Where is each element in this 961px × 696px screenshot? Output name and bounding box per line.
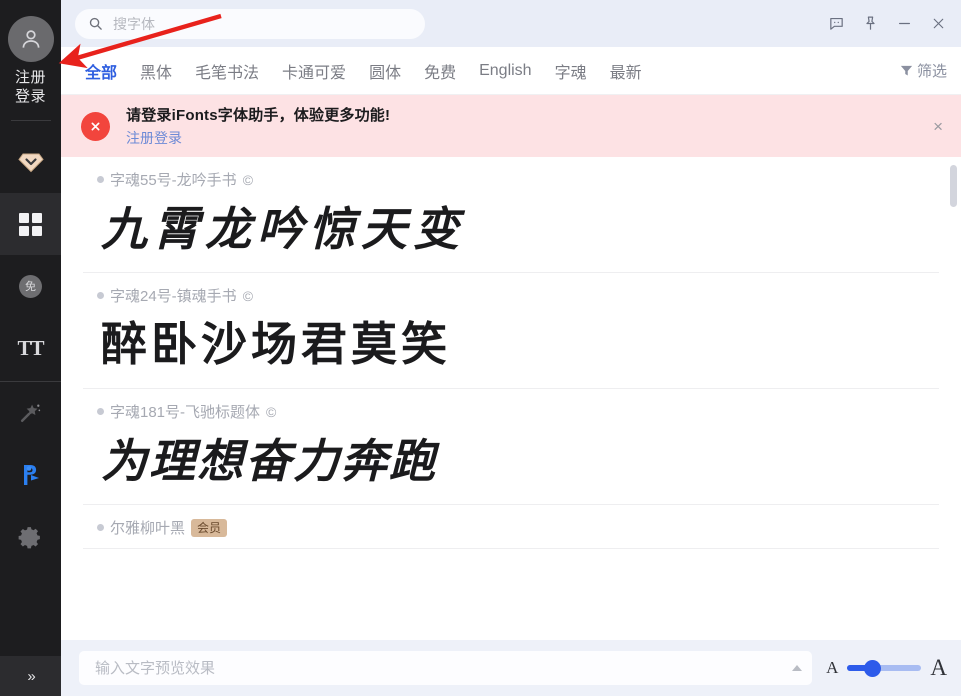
sidebar-item-font-library[interactable]: [0, 193, 61, 255]
font-meta: 尔雅柳叶黑 会员: [83, 517, 939, 538]
status-dot-icon: [97, 408, 104, 415]
search-input[interactable]: [111, 14, 412, 33]
tab-english[interactable]: English: [479, 62, 531, 80]
sidebar-expand-button[interactable]: »: [0, 656, 61, 696]
banner-register-login-link[interactable]: 注册登录: [126, 128, 390, 148]
sidebar-divider-top: [10, 120, 51, 121]
size-small-label: A: [826, 658, 839, 677]
font-size-control: A A: [826, 655, 947, 681]
status-dot-icon: [97, 524, 104, 531]
banner-title: 请登录iFonts字体助手，体验更多功能!: [126, 107, 391, 124]
status-dot-icon: [97, 292, 104, 299]
copyright-icon: ©: [266, 403, 277, 420]
search-icon: [89, 17, 102, 30]
font-sample: 九霄龙吟惊天变: [101, 202, 465, 256]
funnel-icon: [900, 65, 913, 76]
copyright-icon: ©: [242, 171, 254, 188]
register-label[interactable]: 注册: [15, 68, 46, 87]
tab-free[interactable]: 免费: [424, 59, 456, 83]
table-row[interactable]: 尔雅柳叶黑 会员: [83, 505, 939, 549]
free-badge-icon: 免: [19, 274, 42, 298]
gear-icon: [18, 526, 40, 548]
ps-plugin-icon: [23, 465, 39, 485]
tab-cartoon-cute[interactable]: 卡通可爱: [282, 59, 346, 83]
window-controls: [821, 9, 953, 39]
font-meta: 字魂24号-镇魂手书 ©: [83, 285, 939, 306]
sidebar-nav: 免 TT: [0, 131, 61, 568]
copyright-icon: ©: [242, 287, 254, 304]
sidebar-item-my-fonts[interactable]: TT: [0, 317, 61, 379]
font-list-wrap: 字魂55号-龙吟手书 © 九霄龙吟惊天变 字魂24号-镇魂手书 © 醉卧沙场君莫…: [61, 157, 961, 640]
font-sample: 为理想奋力奔跑: [101, 434, 437, 488]
tab-zihun[interactable]: 字魂: [555, 59, 587, 83]
font-name: 字魂181号-飞驰标题体: [110, 404, 261, 421]
preview-input-wrap[interactable]: [79, 651, 813, 685]
login-alert-banner: 请登录iFonts字体助手，体验更多功能! 注册登录 ×: [61, 95, 961, 157]
search-box[interactable]: [75, 8, 425, 39]
sidebar-item-settings[interactable]: [0, 506, 61, 568]
tab-brush-calligraphy[interactable]: 毛笔书法: [195, 59, 259, 83]
table-row[interactable]: 字魂181号-飞驰标题体 © 为理想奋力奔跑: [83, 389, 939, 505]
tab-heiti[interactable]: 黑体: [140, 59, 172, 83]
sidebar-item-vip-diamond[interactable]: [0, 131, 61, 193]
pin-icon[interactable]: [855, 9, 885, 39]
magic-wand-icon: [20, 404, 41, 422]
size-large-label: A: [930, 655, 947, 680]
feedback-icon[interactable]: [821, 9, 851, 39]
preview-text-input[interactable]: [93, 658, 793, 678]
font-list: 字魂55号-龙吟手书 © 九霄龙吟惊天变 字魂24号-镇魂手书 © 醉卧沙场君莫…: [61, 157, 961, 640]
diamond-icon: [17, 153, 44, 172]
preview-bottom-bar: A A: [61, 640, 961, 696]
font-name: 字魂55号-龙吟手书: [110, 172, 237, 189]
error-circle-icon: [81, 111, 110, 141]
category-tabbar: 全部 黑体 毛笔书法 卡通可爱 圆体 免费 English 字魂 最新 筛选: [61, 47, 961, 95]
status-dot-icon: [97, 176, 104, 183]
caret-up-icon[interactable]: [792, 665, 803, 671]
font-size-slider[interactable]: [847, 659, 922, 677]
sidebar-item-effects[interactable]: [0, 382, 61, 444]
sidebar-item-design-tool[interactable]: [0, 444, 61, 506]
filter-button[interactable]: 筛选: [899, 60, 947, 81]
filter-label: 筛选: [916, 63, 947, 80]
tab-round[interactable]: 圆体: [369, 59, 401, 83]
font-name: 字魂24号-镇魂手书: [110, 288, 237, 305]
left-sidebar: 注册 登录 免 TT »: [0, 0, 61, 696]
table-row[interactable]: 字魂55号-龙吟手书 © 九霄龙吟惊天变: [83, 157, 939, 273]
scrollbar-thumb[interactable]: [950, 165, 957, 207]
account-block[interactable]: 注册 登录: [7, 16, 54, 106]
status-badge: 会员: [191, 518, 228, 537]
close-icon[interactable]: [923, 9, 953, 39]
tab-all[interactable]: 全部: [85, 59, 117, 83]
table-row[interactable]: 字魂24号-镇魂手书 © 醉卧沙场君莫笑: [83, 273, 939, 389]
banner-text: 请登录iFonts字体助手，体验更多功能! 注册登录: [126, 104, 390, 148]
banner-close-button[interactable]: ×: [929, 114, 947, 139]
app-window: 注册 登录 免 TT » 搜字体 全部 黑体 毛笔书法 卡通可爱 圆体 免费 E…: [0, 0, 961, 696]
font-list-scrollbar[interactable]: [950, 157, 957, 640]
tab-newest[interactable]: 最新: [610, 59, 642, 83]
login-label[interactable]: 登录: [15, 87, 46, 106]
sidebar-item-free-fonts[interactable]: 免: [0, 255, 61, 317]
font-sample: 醉卧沙场君莫笑: [101, 319, 451, 370]
avatar[interactable]: [7, 16, 54, 62]
font-meta: 字魂55号-龙吟手书 ©: [83, 169, 939, 190]
slider-thumb[interactable]: [864, 659, 882, 677]
tt-icon: TT: [17, 335, 44, 360]
font-meta: 字魂181号-飞驰标题体 ©: [83, 401, 939, 422]
user-avatar-icon: [22, 30, 39, 48]
minimize-icon[interactable]: [889, 9, 919, 39]
grid-icon: [19, 212, 42, 236]
main-area: 全部 黑体 毛笔书法 卡通可爱 圆体 免费 English 字魂 最新 筛选: [61, 0, 961, 696]
titlebar: [61, 0, 961, 47]
font-name: 尔雅柳叶黑: [110, 520, 186, 537]
category-tabs: 全部 黑体 毛笔书法 卡通可爱 圆体 免费 English 字魂 最新: [85, 59, 642, 83]
